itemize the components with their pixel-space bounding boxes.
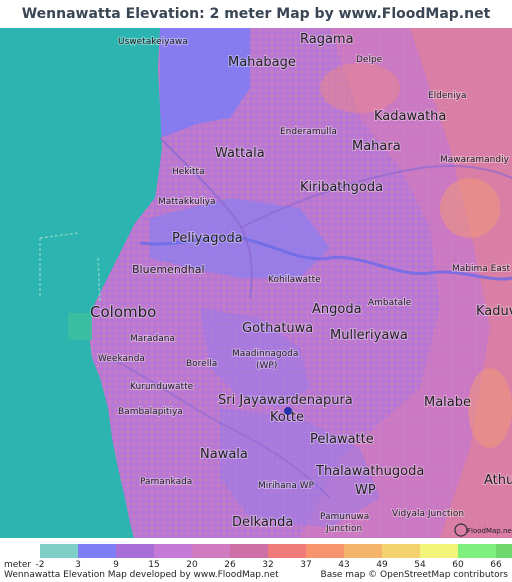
place-pelawatte: Pelawatte [310,432,374,447]
place-kohilawatte: Kohilawatte [268,275,321,285]
legend-tick-label: 37 [300,560,312,570]
high-ground-patch [440,178,500,238]
legend-tick-label: 20 [186,560,198,570]
place-angoda: Angoda [312,302,362,317]
legend-swatch [306,544,344,558]
legend-tick-label: 60 [452,560,464,570]
legend-swatch [154,544,192,558]
place-pamunuwa: Pamunuwa [320,512,369,522]
legend-tick-label: 43 [338,560,350,570]
place-eldeniya: Eldeniya [428,91,466,101]
place-pamankada: Pamankada [140,477,192,487]
place-wp: (WP) [256,361,277,371]
place-peliyagoda: Peliyagoda [172,231,243,246]
legend-tick-label: -2 [35,560,45,570]
place-mahabage: Mahabage [228,55,296,70]
footer-credit: Wennawatta Elevation Map developed by ww… [4,570,279,580]
place-mahara: Mahara [352,139,401,154]
legend-swatch [420,544,458,558]
place-gothatuwa: Gothatuwa [242,321,313,336]
place-colombo: Colombo [90,303,156,321]
legend-swatch [192,544,230,558]
high-ground-patch [468,368,512,448]
high-ground-patch [320,63,400,113]
place-vidyala: Vidyala Junction [392,509,464,519]
place-kurunduwatte: Kurunduwatte [130,382,194,392]
place-mirihana: Mirihana WP [258,481,315,491]
place-weekanda: Weekanda [98,354,145,364]
place-mabima: Mabima East [452,264,511,274]
place-ragama: Ragama [300,32,354,47]
place-delpe: Delpe [356,55,383,65]
place-kaduwela: Kaduv [476,304,512,319]
place-wp-2: WP [355,483,376,498]
place-bambalapitiya: Bambalapitiya [118,407,183,417]
footer-attribution: Base map © OpenStreetMap contributors [320,570,508,580]
legend-swatch [496,544,512,558]
legend-tick-label: 3 [75,560,81,570]
place-sri-jayawardenapura: Sri Jayawardenapura [218,393,353,408]
legend-tick-label: 54 [414,560,426,570]
map-title: Wennawatta Elevation: 2 meter Map by www… [0,0,512,50]
legend-tick-label: 32 [262,560,274,570]
place-mattakkuliya: Mattakkuliya [158,197,216,207]
legend-tick-label: 26 [224,560,236,570]
place-hekitta: Hekitta [172,167,205,177]
place-delkanda: Delkanda [232,515,293,530]
legend-tick-label: 9 [113,560,119,570]
legend-tick-label: 49 [376,560,388,570]
place-maradana: Maradana [130,334,175,344]
place-athu: Athu [484,473,512,488]
place-wattala: Wattala [215,146,265,161]
place-borella: Borella [186,359,217,369]
legend-swatch [116,544,154,558]
location-marker[interactable] [284,407,292,415]
logo-text: FloodMap.net [467,527,512,535]
place-thalawathugoda: Thalawathugoda [315,464,424,479]
place-kiribathgoda: Kiribathgoda [300,180,383,195]
place-ambatale: Ambatale [368,298,412,308]
legend-swatch [268,544,306,558]
legend-swatch [382,544,420,558]
place-malabe: Malabe [424,395,471,410]
place-mulleriyawa: Mulleriyawa [330,328,408,343]
elevation-legend: meter -2 3 9 15 20 26 32 37 43 49 54 60 66 Wennawatt… [0,540,512,582]
place-nawala: Nawala [200,447,248,462]
place-bluemendhal: Bluemendhal [132,263,205,276]
legend-swatch [78,544,116,558]
legend-swatch [458,544,496,558]
place-kadawatha: Kadawatha [374,109,446,124]
place-enderamulla: Enderamulla [280,127,337,137]
legend-swatch [344,544,382,558]
harbour [68,313,92,340]
place-maadinnagoda: Maadinnagoda [232,349,298,359]
legend-swatch [40,544,78,558]
place-junction: Junction [325,524,362,534]
legend-tick-label: 66 [490,560,502,570]
place-uswetakeiyawa: Uswetakeiyawa [118,37,188,47]
legend-tick-label: 15 [148,560,160,570]
place-mawaramandiya: Mawaramandiy [440,155,510,165]
elevation-map[interactable]: Uswetakeiyawa Ragama Mahabage Delpe Elde… [0,28,512,538]
legend-swatch [230,544,268,558]
legend-unit: meter [4,560,32,570]
